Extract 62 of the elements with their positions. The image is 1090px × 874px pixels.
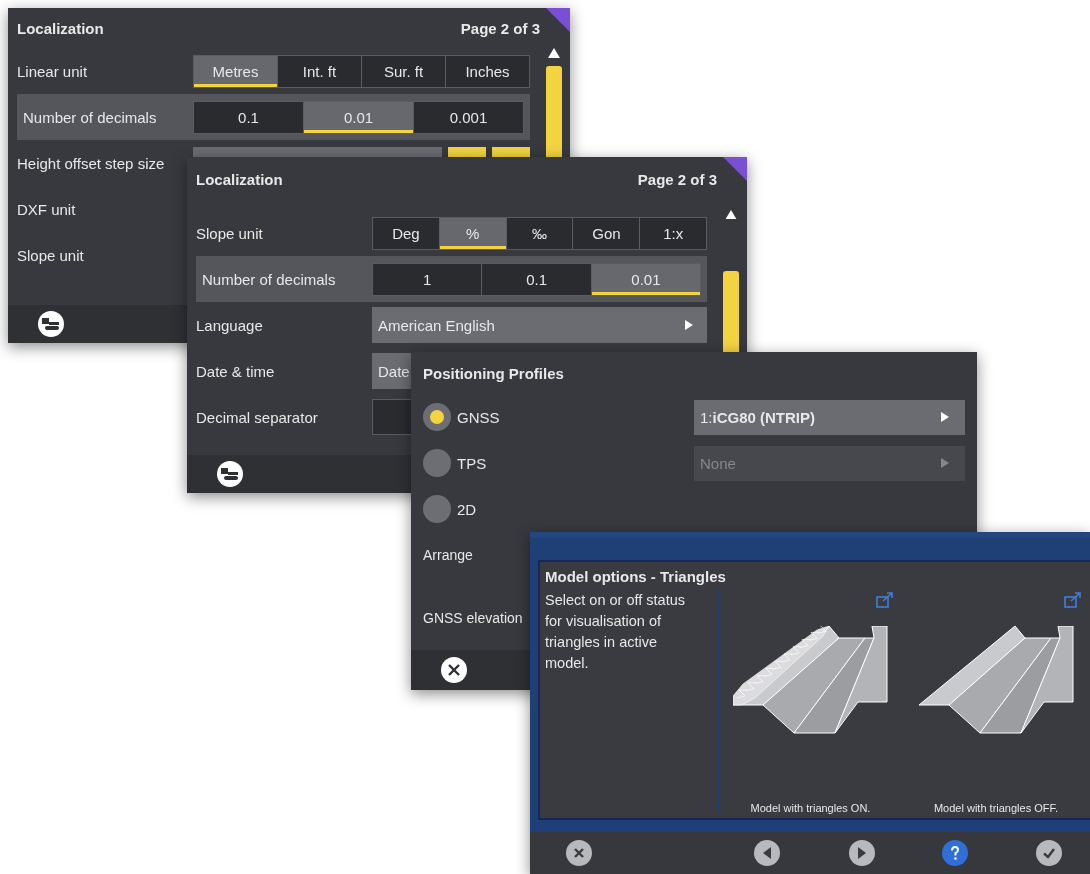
segment-option[interactable]: 1: [373, 263, 483, 295]
panel-title: Model options - Triangles: [545, 568, 726, 585]
segment-option[interactable]: Metres: [194, 55, 278, 87]
next-button[interactable]: [849, 840, 875, 866]
segment-option[interactable]: Int. ft: [278, 55, 362, 87]
external-link-icon[interactable]: [876, 592, 894, 608]
segment-option[interactable]: ‰: [506, 217, 574, 249]
setting-label: Linear unit: [17, 62, 89, 80]
setting-label: Language: [196, 316, 264, 334]
segment-option[interactable]: 0.01: [591, 263, 701, 295]
external-link-icon[interactable]: [1064, 592, 1082, 608]
setting-label: GNSS elevation: [423, 610, 523, 626]
radio-label: GNSS: [457, 408, 500, 426]
scroll-up-icon[interactable]: [548, 48, 560, 58]
confirm-button[interactable]: [1036, 840, 1062, 866]
image-caption: Model with triangles ON.: [750, 802, 871, 814]
help-button[interactable]: [942, 840, 968, 866]
close-icon: [448, 664, 460, 676]
caret-icon: [941, 458, 949, 468]
setting-label: Slope unit: [17, 246, 85, 264]
window-title: Positioning Profiles: [423, 364, 564, 382]
segment-option[interactable]: Sur. ft: [362, 55, 446, 87]
page-indicator: Page 2 of 3: [460, 19, 540, 37]
setting-label: Number of decimals: [23, 108, 158, 126]
segment-option[interactable]: 0.1: [482, 263, 592, 295]
segment-option[interactable]: 1:x: [640, 217, 707, 249]
radio-button[interactable]: [423, 403, 451, 431]
radio-label: 2D: [457, 500, 477, 518]
close-button[interactable]: [441, 657, 467, 683]
radio-button[interactable]: [423, 495, 451, 523]
radio-button[interactable]: [423, 449, 451, 477]
dropdown[interactable]: 1:iCG80 (NTRIP): [694, 399, 965, 435]
setting-label: Height offset step size: [17, 154, 166, 172]
segment-option[interactable]: Deg: [373, 217, 440, 249]
close-button[interactable]: [566, 840, 592, 866]
segment-option[interactable]: 0.01: [304, 101, 414, 133]
dropdown[interactable]: American English: [372, 307, 708, 343]
window-title: Localization: [17, 19, 104, 37]
caret-icon: [941, 412, 949, 422]
setting-label: Date & time: [196, 362, 276, 380]
radio-label: TPS: [457, 454, 487, 472]
setting-label: Arrange: [423, 547, 473, 563]
segment-option[interactable]: %: [439, 217, 507, 249]
setting-label: Number of decimals: [202, 270, 337, 288]
image-caption: Model with triangles OFF.: [933, 802, 1059, 814]
caret-icon: [685, 320, 694, 330]
setting-label: Decimal separator: [196, 408, 319, 426]
description-text: Select on or off status for visualisation of triangles in active model.: [545, 592, 685, 671]
scroll-up-icon[interactable]: [725, 210, 738, 220]
machine-glyph-icon: [42, 317, 60, 331]
setting-label: DXF unit: [17, 200, 77, 218]
segment-option[interactable]: Gon: [573, 217, 641, 249]
page-indicator: Page 2 of 3: [637, 170, 717, 188]
machine-icon[interactable]: [38, 311, 64, 337]
window-title: Localization: [196, 170, 283, 188]
machine-glyph-icon: [221, 467, 239, 481]
setting-label: Slope unit: [196, 224, 264, 242]
previous-button[interactable]: [754, 840, 780, 866]
segment-option[interactable]: Inches: [446, 55, 529, 87]
machine-icon[interactable]: [217, 461, 243, 487]
segment-option[interactable]: 0.001: [414, 101, 523, 133]
segment-option[interactable]: 0.1: [194, 101, 304, 133]
